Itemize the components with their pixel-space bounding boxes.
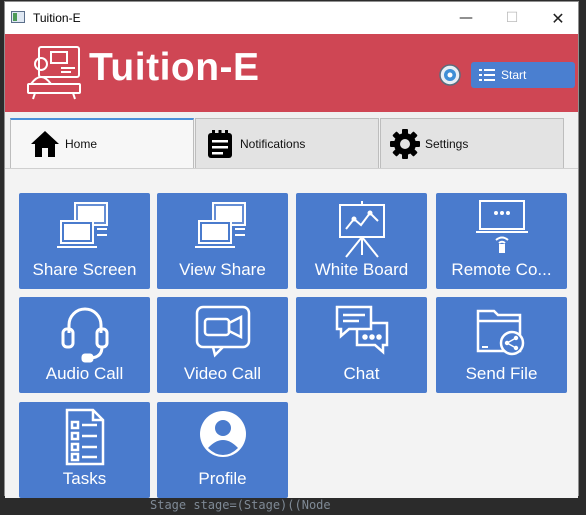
app-window: Tuition-E — ☐ ✕ Tuition-E Start Home Not… — [4, 1, 579, 498]
send-file-tile[interactable]: Send File — [436, 297, 567, 393]
minimize-button[interactable]: — — [443, 2, 489, 34]
tab-notifications[interactable]: Notifications — [195, 118, 379, 168]
video-camera-icon — [195, 305, 250, 358]
tab-home[interactable]: Home — [10, 118, 194, 168]
background-code-line: Stage stage=(Stage)((Node — [150, 498, 331, 512]
tab-notifications-label: Notifications — [240, 136, 306, 151]
share-folder-icon — [476, 309, 524, 356]
tile-label: White Board — [314, 260, 409, 279]
tile-label: Tasks — [62, 469, 107, 488]
home-icon — [31, 131, 59, 157]
tile-label: View Share — [179, 260, 266, 279]
app-icon — [11, 11, 25, 23]
home-tiles-panel: Share Screen View Share White Board Remo… — [5, 168, 578, 498]
remote-control-tile[interactable]: Remote Co... — [436, 193, 567, 289]
view-share-icon — [194, 202, 246, 248]
view-share-tile[interactable]: View Share — [157, 193, 288, 289]
tile-label: Share Screen — [32, 260, 137, 279]
tile-label: Remote Co... — [451, 260, 552, 279]
window-title: Tuition-E — [33, 11, 81, 25]
user-profile-icon — [199, 411, 246, 457]
audio-call-tile[interactable]: Audio Call — [19, 297, 150, 393]
start-label: Start — [501, 68, 527, 82]
share-screen-icon — [56, 202, 108, 248]
title-bar: Tuition-E — ☐ ✕ — [5, 2, 578, 34]
teacher-logo-icon — [27, 46, 81, 100]
headset-icon — [61, 307, 108, 363]
remote-control-icon — [475, 200, 528, 253]
notes-icon — [208, 129, 232, 158]
tile-label: Audio Call — [45, 364, 124, 383]
tile-label: Profile — [198, 469, 247, 488]
maximize-button[interactable]: ☐ — [489, 2, 535, 34]
start-button[interactable]: Start — [471, 62, 575, 88]
video-call-tile[interactable]: Video Call — [157, 297, 288, 393]
checklist-icon — [65, 408, 104, 466]
close-button[interactable]: ✕ — [535, 2, 581, 34]
whiteboard-icon — [338, 201, 385, 258]
tab-bar: Home Notifications Settings — [5, 112, 578, 168]
chat-bubbles-icon — [335, 305, 388, 355]
brand-title: Tuition-E — [89, 46, 260, 89]
profile-tile[interactable]: Profile — [157, 402, 288, 498]
list-icon — [479, 69, 495, 81]
tile-label: Send File — [465, 364, 538, 383]
tasks-tile[interactable]: Tasks — [19, 402, 150, 498]
tile-label: Chat — [343, 364, 380, 383]
tile-label: Video Call — [183, 364, 262, 383]
white-board-tile[interactable]: White Board — [296, 193, 427, 289]
connection-status-icon[interactable] — [439, 64, 461, 86]
tab-settings-label: Settings — [425, 136, 469, 151]
gear-icon — [390, 128, 420, 159]
tab-home-label: Home — [65, 137, 98, 151]
app-header: Tuition-E Start — [5, 34, 578, 112]
chat-tile[interactable]: Chat — [296, 297, 427, 393]
share-screen-tile[interactable]: Share Screen — [19, 193, 150, 289]
tab-settings[interactable]: Settings — [380, 118, 564, 168]
